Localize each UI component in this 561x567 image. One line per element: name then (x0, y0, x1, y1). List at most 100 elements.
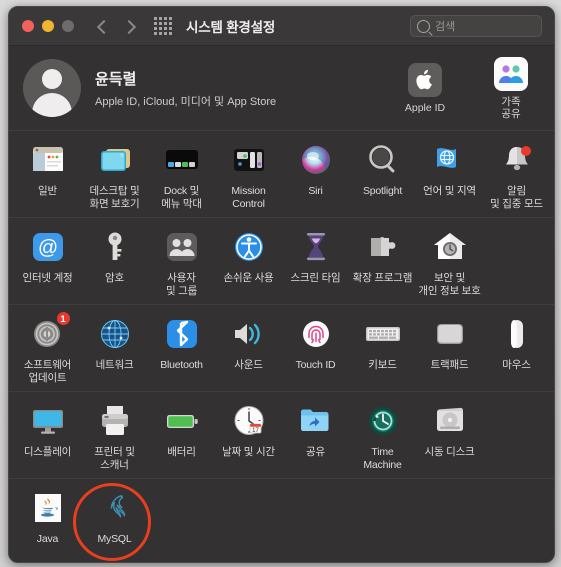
pane-label: 사용자 및 그룹 (165, 272, 198, 297)
back-arrow-icon[interactable] (96, 20, 109, 33)
java-icon (28, 488, 68, 528)
pane-label: 디스플레이 (23, 446, 72, 458)
avatar[interactable] (23, 59, 81, 117)
pane-label: 키보드 (368, 359, 397, 371)
status-badge: 1 (55, 311, 71, 326)
family-sharing-icon (494, 57, 528, 91)
security-privacy-icon (430, 227, 470, 267)
pane-label: 인터넷 계정 (22, 272, 73, 284)
pane-trackpad[interactable]: 트랙패드 (416, 314, 483, 384)
pane-label: 암호 (105, 272, 124, 284)
pane-apple-id[interactable]: Apple ID (394, 63, 456, 114)
pane-bluetooth[interactable]: Bluetooth (148, 314, 215, 384)
printers-scanners-icon (95, 401, 135, 441)
pane-label: 트랙패드 (430, 359, 469, 371)
minimize-button[interactable] (42, 20, 54, 32)
forward-arrow-icon[interactable] (123, 20, 136, 33)
pane-label: Time Machine (363, 446, 402, 471)
account-name: 윤득렬 (95, 70, 137, 88)
pane-label: MySQL (97, 533, 132, 545)
pane-screen-time[interactable]: 스크린 타임 (282, 227, 349, 297)
pane-label: Mission Control (231, 185, 266, 210)
pane-extensions[interactable]: 확장 프로그램 (349, 227, 416, 297)
pane-label: Touch ID (295, 359, 336, 371)
pane-battery[interactable]: 배터리 (148, 401, 215, 471)
battery-icon (162, 401, 202, 441)
pane-label: 스크린 타임 (290, 272, 341, 284)
pane-row-5: Java MySQL (9, 479, 554, 553)
users-groups-icon (162, 227, 202, 267)
software-update-icon: 1 (28, 311, 71, 354)
pane-network[interactable]: 네트워크 (81, 314, 148, 384)
pane-security-privacy[interactable]: 보안 및 개인 정보 보호 (416, 227, 483, 297)
displays-icon (28, 401, 68, 441)
pane-label: 언어 및 지역 (423, 185, 476, 197)
trackpad-icon (430, 314, 470, 354)
pane-mouse[interactable]: 마우스 (483, 314, 550, 384)
pane-software-update[interactable]: 1 소프트웨어 업데이트 (14, 311, 81, 384)
pane-accessibility[interactable]: 손쉬운 사용 (215, 227, 282, 297)
pane-label: 소프트웨어 업데이트 (23, 359, 72, 384)
pane-notifications-focus[interactable]: 알림 및 집중 모드 (483, 140, 550, 210)
mouse-icon (497, 314, 537, 354)
pane-internet-accounts[interactable]: @ 인터넷 계정 (14, 227, 81, 297)
pane-label: 확장 프로그램 (352, 272, 413, 284)
sound-icon (229, 314, 269, 354)
startup-disk-icon (430, 401, 470, 441)
pane-label: Siri (308, 185, 323, 197)
pane-passwords[interactable]: 암호 (81, 227, 148, 297)
extensions-icon (363, 227, 403, 267)
pane-label: 알림 및 집중 모드 (490, 185, 543, 210)
pane-date-time[interactable]: 17 날짜 및 시간 (215, 401, 282, 471)
mission-control-icon (229, 140, 269, 180)
pane-general[interactable]: 일반 (14, 140, 81, 210)
pane-row-3: 1 소프트웨어 업데이트 네트워크 Bluetooth 사운드 Touch ID… (9, 305, 554, 392)
pane-keyboard[interactable]: 키보드 (349, 314, 416, 384)
sharing-icon (296, 401, 336, 441)
pane-printers-scanners[interactable]: 프린터 및 스캐너 (81, 401, 148, 471)
pane-label: 공유 (306, 446, 325, 458)
pane-touch-id[interactable]: Touch ID (282, 314, 349, 384)
pane-sharing[interactable]: 공유 (282, 401, 349, 471)
language-region-icon (430, 140, 470, 180)
internet-accounts-icon: @ (28, 227, 68, 267)
apple-id-account-row[interactable]: 윤득렬 Apple ID, iCloud, 미디어 및 App Store Ap… (9, 46, 554, 131)
pane-label: 마우스 (502, 359, 531, 371)
system-preferences-window: 시스템 환경설정 검색 윤득렬 Apple ID, iCloud, 미디어 및 … (8, 6, 555, 563)
pane-sound[interactable]: 사운드 (215, 314, 282, 384)
pane-spotlight[interactable]: Spotlight (349, 140, 416, 210)
pane-label: Apple ID (404, 102, 446, 114)
pane-desktop-screensaver[interactable]: 데스크탑 및 화면 보호기 (81, 140, 148, 210)
pane-label: 일반 (38, 185, 57, 197)
bluetooth-icon (162, 314, 202, 354)
pane-java[interactable]: Java (14, 488, 81, 546)
pane-dock-menubar[interactable]: Dock 및 메뉴 막대 (148, 140, 215, 210)
account-text: 윤득렬 Apple ID, iCloud, 미디어 및 App Store (95, 68, 276, 109)
pane-language-region[interactable]: 언어 및 지역 (416, 140, 483, 210)
desktop-screensaver-icon (95, 140, 135, 180)
pane-startup-disk[interactable]: 시동 디스크 (416, 401, 483, 471)
screen-time-icon (296, 227, 336, 267)
close-button[interactable] (22, 20, 34, 32)
pane-label: 프린터 및 스캐너 (94, 446, 135, 471)
siri-icon (296, 140, 336, 180)
show-all-grid-icon[interactable] (154, 17, 172, 35)
pane-label: 네트워크 (95, 359, 134, 371)
pane-mission-control[interactable]: Mission Control (215, 140, 282, 210)
pane-label: 배터리 (167, 446, 196, 458)
pane-displays[interactable]: 디스플레이 (14, 401, 81, 471)
pane-family-sharing[interactable]: 가족 공유 (480, 57, 542, 120)
screen: 시스템 환경설정 검색 윤득렬 Apple ID, iCloud, 미디어 및 … (0, 0, 561, 567)
preference-panes-grid: 일반 데스크탑 및 화면 보호기 Dock 및 메뉴 막대 Mission Co… (9, 131, 554, 562)
maximize-button[interactable] (62, 20, 74, 32)
touch-id-icon (296, 314, 336, 354)
search-input[interactable]: 검색 (410, 15, 542, 37)
general-icon (28, 140, 68, 180)
date-time-icon: 17 (229, 401, 269, 441)
pane-label: 사운드 (234, 359, 263, 371)
pane-time-machine[interactable]: Time Machine (349, 401, 416, 471)
pane-users-groups[interactable]: 사용자 및 그룹 (148, 227, 215, 297)
pane-mysql[interactable]: MySQL (81, 488, 148, 546)
pane-label: 가족 공유 (501, 96, 521, 120)
pane-siri[interactable]: Siri (282, 140, 349, 210)
